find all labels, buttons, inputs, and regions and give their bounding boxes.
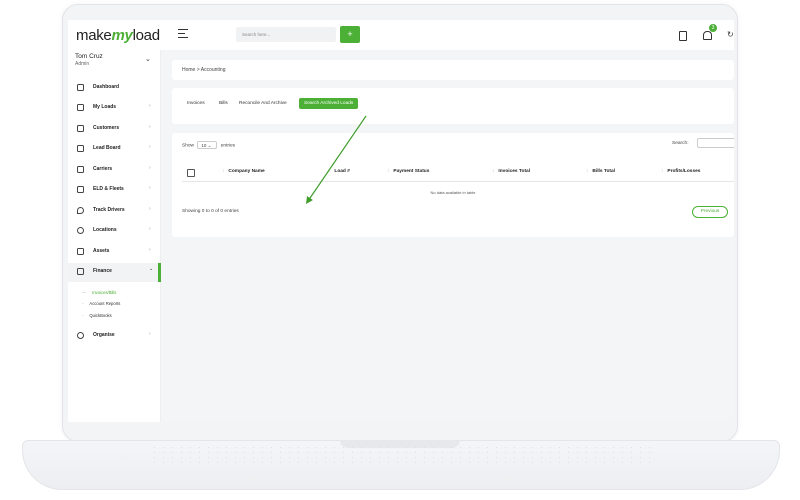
sidebar-item-label: Organise — [93, 332, 115, 338]
sidebar-item-carriers[interactable]: Carriers › — [68, 163, 160, 179]
sidebar: Tom Cruz Admin ⌄ Dashboard My Loads › Cu… — [68, 50, 161, 422]
topbar: makemyload Search here... + 3 ↻ — [68, 20, 734, 50]
show-prefix: Show — [182, 143, 194, 149]
sidebar-item-label: Finance — [93, 268, 112, 274]
tab-reconcile-archive[interactable]: Reconcile And Archive — [234, 98, 292, 109]
subitem-marker: - — [82, 313, 84, 318]
column-load-number[interactable]: ↕ Load # — [328, 169, 350, 174]
sidebar-subitem-quickbooks[interactable]: - QuickBooks — [82, 313, 112, 318]
sidebar-item-label: Carriers — [93, 166, 113, 172]
search-input[interactable]: Search here... — [236, 27, 336, 42]
select-all-checkbox[interactable] — [187, 169, 195, 177]
entries-select[interactable]: 10 ⌄ — [197, 141, 218, 149]
chevron-right-icon: › — [149, 185, 151, 191]
users-icon — [77, 125, 84, 132]
notification-badge: 3 — [709, 24, 717, 32]
bag-icon — [77, 248, 84, 255]
entries-value: 10 — [201, 143, 207, 148]
wallet-icon — [77, 268, 84, 275]
column-invoices-total[interactable]: ↕ Invoices Total — [492, 169, 530, 174]
menu-icon[interactable] — [178, 29, 188, 40]
keyboard-texture — [150, 445, 650, 465]
sidebar-item-label: Track Drivers — [93, 207, 125, 213]
chevron-right-icon: › — [149, 103, 151, 109]
sidebar-subitem-invoices-bills[interactable]: --- Invoices/Bills — [82, 290, 116, 295]
sidebar-item-label: Customers — [93, 125, 120, 131]
chevron-right-icon: › — [149, 331, 151, 337]
logo[interactable]: makemyload — [76, 27, 160, 44]
sidebar-item-locations[interactable]: Locations › — [68, 224, 160, 240]
user-name: Tom Cruz — [75, 53, 103, 60]
sidebar-item-label: Lead Board — [93, 145, 121, 151]
chevron-right-icon: › — [149, 206, 151, 212]
column-company-name[interactable]: ↕ Company Name — [222, 169, 265, 174]
sidebar-item-dashboard[interactable]: Dashboard — [68, 81, 160, 97]
sidebar-item-label: Assets — [93, 248, 110, 254]
breadcrumb-card: Home > Accounting — [172, 60, 734, 80]
show-entries: Show 10 ⌄ entries — [182, 141, 235, 149]
chart-icon — [77, 145, 84, 152]
sidebar-item-label: Dashboard — [93, 84, 120, 90]
breadcrumb[interactable]: Home > Accounting — [182, 67, 226, 73]
sidebar-item-organise[interactable]: Organise › — [68, 329, 160, 345]
document-icon[interactable] — [679, 31, 687, 41]
logo-text-make: make — [76, 27, 112, 44]
chevron-right-icon: › — [149, 165, 151, 171]
truck-icon — [77, 166, 84, 173]
bell-icon[interactable] — [703, 31, 712, 40]
sidebar-item-track-drivers[interactable]: Track Drivers › — [68, 204, 160, 220]
sidebar-item-my-loads[interactable]: My Loads › — [68, 101, 160, 117]
empty-table-message: No data available in table — [430, 190, 476, 195]
location-pin-icon — [77, 207, 84, 214]
map-pin-icon — [77, 227, 84, 234]
sidebar-item-finance[interactable]: Finance ⌄ — [68, 263, 161, 282]
column-payment-status[interactable]: ↕ Payment Status — [387, 169, 429, 174]
refresh-icon[interactable]: ↻ — [727, 30, 734, 39]
sidebar-subitem-account-reports[interactable]: - Account Reports — [82, 301, 120, 306]
tab-bills[interactable]: Bills — [214, 98, 233, 109]
entries-info: Showing 0 to 0 of 0 entries — [182, 209, 239, 214]
chevron-down-icon: ⌄ — [149, 266, 154, 272]
sidebar-item-lead-board[interactable]: Lead Board › — [68, 142, 160, 158]
table-search-input[interactable] — [697, 138, 734, 148]
gauge-icon — [77, 84, 84, 91]
chevron-right-icon: › — [149, 247, 151, 253]
truck-icon — [77, 186, 84, 193]
subitem-label: Invoices/Bills — [92, 290, 117, 295]
previous-button[interactable]: Previous — [692, 206, 728, 218]
sidebar-item-label: ELD & Fleets — [93, 186, 124, 192]
chevron-right-icon: › — [149, 124, 151, 130]
subitem-marker: - — [82, 301, 84, 306]
route-icon — [77, 104, 84, 111]
sidebar-item-customers[interactable]: Customers › — [68, 122, 160, 138]
add-button[interactable]: + — [340, 26, 360, 43]
chevron-down-icon[interactable]: ⌄ — [145, 55, 151, 63]
chevron-right-icon: › — [149, 144, 151, 150]
app-screen: makemyload Search here... + 3 ↻ Tom Cruz… — [68, 20, 734, 422]
logo-text-load: load — [132, 27, 160, 44]
sidebar-item-eld-fleets[interactable]: ELD & Fleets › — [68, 183, 160, 199]
sidebar-item-label: Locations — [93, 227, 117, 233]
table-search-label: Search: — [672, 141, 689, 146]
table-card: Show 10 ⌄ entries Search: ↕ Company Name … — [172, 133, 734, 237]
sidebar-item-label: My Loads — [93, 104, 117, 110]
tabs-card: Invoices Bills Reconcile And Archive Sea… — [172, 88, 734, 124]
tab-invoices[interactable]: Invoices — [182, 98, 210, 109]
subitem-label: QuickBooks — [89, 313, 112, 318]
logo-text-my: my — [111, 27, 133, 44]
sidebar-item-assets[interactable]: Assets › — [68, 245, 160, 261]
gear-icon — [77, 332, 84, 339]
chevron-right-icon: › — [149, 226, 151, 232]
user-role: Admin — [75, 61, 90, 67]
subitem-marker: --- — [82, 290, 87, 295]
show-suffix: entries — [220, 143, 236, 149]
column-profits-losses[interactable]: ↕ Profits/Losses — [661, 169, 700, 174]
table-header: ↕ Company Name ↕ Load # ↕ Payment Status ↕ I… — [182, 167, 734, 182]
subitem-label: Account Reports — [89, 301, 121, 306]
column-bills-total[interactable]: ↕ Bills Total — [586, 169, 615, 174]
tab-search-archived-loads[interactable]: Search Archived Loads — [299, 98, 359, 109]
